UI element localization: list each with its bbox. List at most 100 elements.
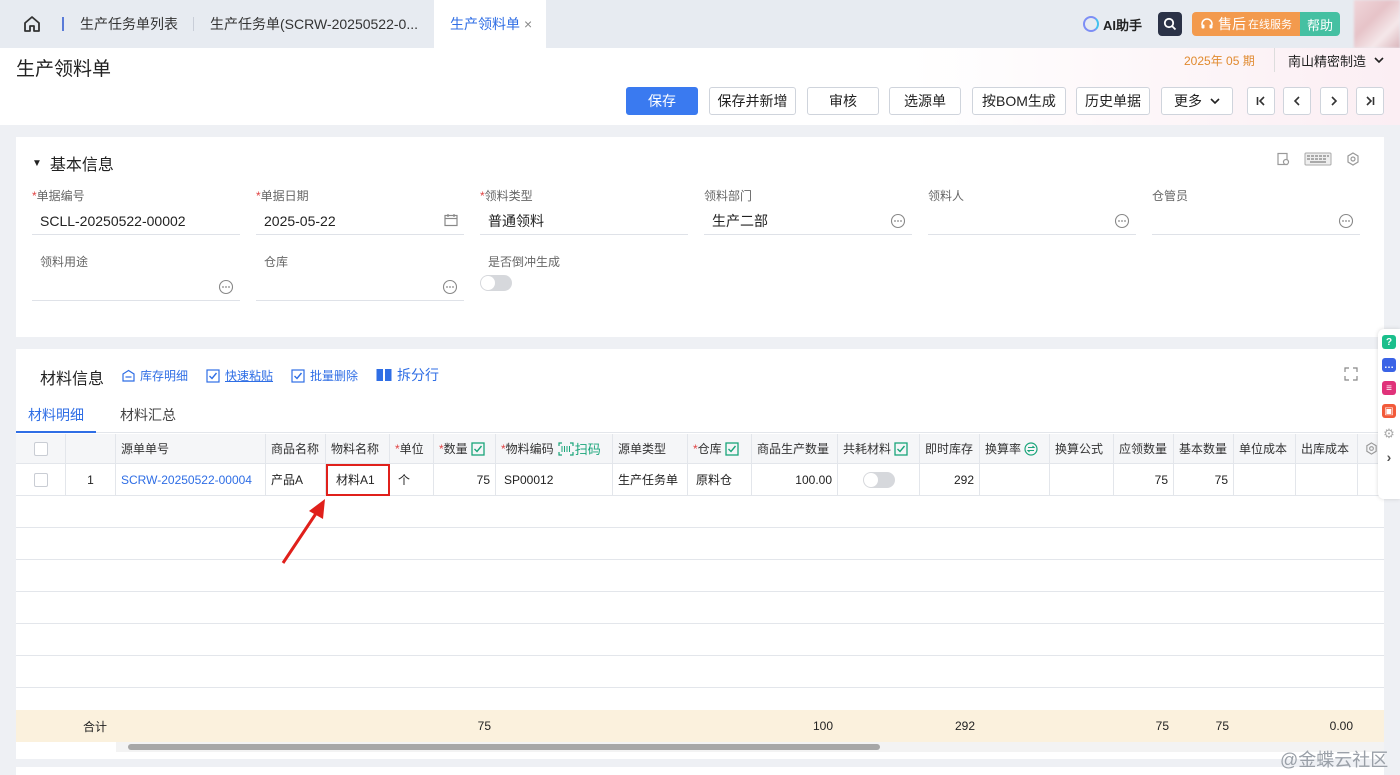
col-source-no[interactable]: 源单单号 bbox=[116, 434, 266, 463]
basic-info-title[interactable]: ▼ 基本信息 bbox=[32, 151, 114, 175]
col-material-code[interactable]: * 物料编码 扫码 bbox=[496, 434, 613, 463]
backflush-toggle[interactable] bbox=[480, 275, 512, 291]
save-and-new-button[interactable]: 保存并新增 bbox=[709, 87, 796, 115]
avatar[interactable] bbox=[1354, 0, 1400, 48]
audit-button[interactable]: 审核 bbox=[807, 87, 879, 115]
tab-task-list[interactable]: 生产任务单列表 bbox=[64, 0, 194, 48]
stock-detail-link[interactable]: 库存明细 bbox=[122, 367, 188, 384]
save-button[interactable]: 保存 bbox=[626, 87, 698, 115]
org-selector[interactable]: 南山精密制造 bbox=[1274, 48, 1386, 72]
department-input[interactable]: 生产二部 bbox=[704, 207, 912, 235]
source-no-link[interactable]: SCRW-20250522-00004 bbox=[116, 464, 266, 495]
more-options-icon[interactable] bbox=[1114, 213, 1130, 229]
col-formula[interactable]: 换算公式 bbox=[1050, 434, 1114, 463]
more-button[interactable]: 更多 bbox=[1161, 87, 1233, 115]
warehouse-input[interactable] bbox=[256, 273, 464, 301]
prev-record-button[interactable] bbox=[1283, 87, 1311, 115]
next-record-button[interactable] bbox=[1320, 87, 1348, 115]
source-type-cell[interactable]: 生产任务单 bbox=[613, 464, 688, 495]
help-icon[interactable]: ? bbox=[1382, 335, 1396, 349]
doc-no-input[interactable]: SCLL-20250522-00002 bbox=[32, 207, 240, 235]
empty-row[interactable] bbox=[16, 592, 1384, 624]
doc-date-input[interactable]: 2025-05-22 bbox=[256, 207, 464, 235]
scan-label[interactable]: 扫码 bbox=[575, 439, 601, 458]
requisitioner-input[interactable] bbox=[928, 207, 1136, 235]
period-label[interactable]: 2025年 05 期 bbox=[1184, 52, 1255, 69]
select-source-button[interactable]: 选源单 bbox=[889, 87, 961, 115]
horizontal-scrollbar[interactable] bbox=[116, 742, 1384, 752]
batch-delete-link[interactable]: 批量删除 bbox=[291, 367, 358, 384]
keyboard-icon[interactable] bbox=[1304, 151, 1332, 167]
col-warehouse[interactable]: * 仓库 bbox=[688, 434, 752, 463]
service-widget[interactable]: 售后 在线服务 帮助 bbox=[1191, 12, 1340, 36]
close-icon[interactable]: × bbox=[524, 16, 532, 32]
more-options-icon[interactable] bbox=[218, 279, 234, 295]
col-shared-material[interactable]: 共耗材料 bbox=[838, 434, 920, 463]
empty-row[interactable] bbox=[16, 528, 1384, 560]
search-button[interactable] bbox=[1157, 12, 1182, 36]
unit-cost-cell[interactable] bbox=[1234, 464, 1296, 495]
convert-icon[interactable] bbox=[1024, 441, 1038, 456]
bom-generate-button[interactable]: 按BOM生成 bbox=[972, 87, 1066, 115]
col-out-cost[interactable]: 出库成本 bbox=[1296, 434, 1358, 463]
calendar-icon[interactable] bbox=[444, 213, 458, 227]
table-row[interactable]: 1 SCRW-20250522-00004 产品A 材料A1 个 75 SP00… bbox=[16, 464, 1384, 496]
batch-edit-icon[interactable] bbox=[725, 441, 739, 456]
ai-assistant-button[interactable]: AI助手 bbox=[1082, 15, 1142, 34]
scrollbar-thumb[interactable] bbox=[128, 744, 880, 750]
chat-icon[interactable]: … bbox=[1382, 358, 1396, 372]
quick-paste-link[interactable]: 快速粘贴 bbox=[206, 367, 273, 384]
qty-cell[interactable]: 75 bbox=[434, 464, 496, 495]
batch-edit-icon[interactable] bbox=[471, 441, 485, 456]
batch-edit-icon[interactable] bbox=[894, 441, 908, 456]
col-stock[interactable]: 即时库存 bbox=[920, 434, 980, 463]
purpose-input[interactable] bbox=[32, 273, 240, 301]
tab-material-requisition[interactable]: 生产领料单 × bbox=[434, 0, 547, 48]
more-options-icon[interactable] bbox=[442, 279, 458, 295]
row-checkbox[interactable] bbox=[33, 472, 48, 487]
fullscreen-icon[interactable] bbox=[1344, 367, 1358, 381]
print-settings-icon[interactable] bbox=[1276, 152, 1290, 166]
empty-row[interactable] bbox=[16, 496, 1384, 528]
empty-row[interactable] bbox=[16, 624, 1384, 656]
col-source-type[interactable]: 源单类型 bbox=[613, 434, 688, 463]
material-code-cell[interactable]: SP00012 bbox=[496, 464, 613, 495]
rate-cell[interactable] bbox=[980, 464, 1050, 495]
gear-icon[interactable] bbox=[1365, 442, 1378, 455]
col-unit-cost[interactable]: 单位成本 bbox=[1234, 434, 1296, 463]
unit-cell[interactable]: 个 bbox=[390, 464, 434, 495]
gear-icon[interactable]: ⚙ bbox=[1382, 426, 1396, 441]
col-material[interactable]: 物料名称 bbox=[326, 434, 390, 463]
out-cost-cell[interactable] bbox=[1296, 464, 1358, 495]
more-options-icon[interactable] bbox=[1338, 213, 1354, 229]
warehouse-keeper-input[interactable] bbox=[1152, 207, 1360, 235]
split-row-link[interactable]: 拆分行 bbox=[376, 365, 439, 385]
col-product[interactable]: 商品名称 bbox=[266, 434, 326, 463]
empty-row[interactable] bbox=[16, 656, 1384, 688]
warehouse-cell[interactable]: 原料仓 bbox=[688, 464, 752, 495]
tab-material-detail[interactable]: 材料明细 bbox=[16, 405, 96, 433]
requisition-type-select[interactable]: 普通领料 bbox=[480, 207, 688, 235]
home-button[interactable] bbox=[0, 0, 64, 48]
col-base-qty[interactable]: 基本数量 bbox=[1174, 434, 1234, 463]
col-unit[interactable]: * 单位 bbox=[390, 434, 434, 463]
empty-row[interactable] bbox=[16, 560, 1384, 592]
product-cell[interactable]: 产品A bbox=[266, 464, 326, 495]
chevron-right-icon[interactable]: › bbox=[1382, 449, 1396, 465]
scan-icon[interactable] bbox=[558, 441, 574, 456]
formula-cell[interactable] bbox=[1050, 464, 1114, 495]
col-prod-qty[interactable]: 商品生产数量 bbox=[752, 434, 838, 463]
gear-icon[interactable] bbox=[1346, 152, 1360, 166]
history-button[interactable]: 历史单据 bbox=[1076, 87, 1150, 115]
col-rate[interactable]: 换算率 bbox=[980, 434, 1050, 463]
base-qty-cell[interactable]: 75 bbox=[1174, 464, 1234, 495]
prod-qty-cell[interactable]: 100.00 bbox=[752, 464, 838, 495]
shared-material-toggle[interactable] bbox=[862, 471, 895, 488]
help-button[interactable]: 帮助 bbox=[1299, 12, 1340, 36]
tab-task-detail[interactable]: 生产任务单(SCRW-20250522-0... bbox=[194, 0, 434, 48]
clipboard-icon[interactable]: ≡ bbox=[1382, 381, 1396, 395]
tab-material-summary[interactable]: 材料汇总 bbox=[120, 405, 176, 425]
more-options-icon[interactable] bbox=[890, 213, 906, 229]
due-qty-cell[interactable]: 75 bbox=[1114, 464, 1174, 495]
first-record-button[interactable] bbox=[1247, 87, 1275, 115]
